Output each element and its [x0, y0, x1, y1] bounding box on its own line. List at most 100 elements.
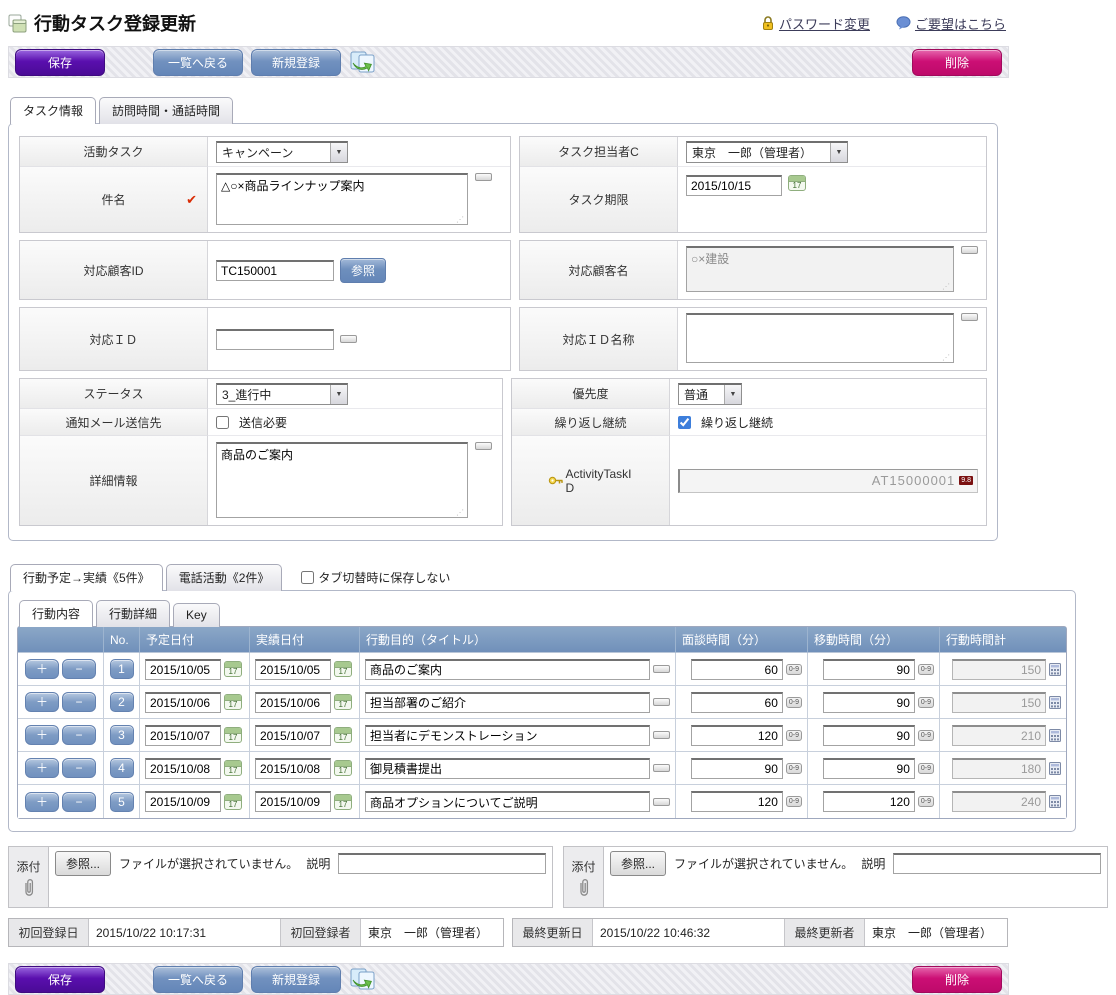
expand-field-button[interactable] — [961, 246, 978, 254]
planned-date-input[interactable] — [145, 791, 221, 812]
planned-date-input[interactable] — [145, 692, 221, 713]
tab-task-info[interactable]: タスク情報 — [10, 97, 96, 124]
add-row-button[interactable]: ＋ — [25, 792, 59, 812]
no-save-on-tab-switch-checkbox[interactable] — [301, 571, 314, 584]
table-row: ＋ − 2 17 17 0-9 0-9 — [18, 686, 1066, 719]
status-select[interactable]: 3_進行中 ▼ — [216, 383, 348, 405]
taiou-id-input[interactable] — [216, 329, 334, 350]
task-deadline-input[interactable] — [686, 175, 782, 196]
purpose-input[interactable] — [365, 725, 650, 746]
expand-field-button[interactable] — [475, 173, 492, 181]
add-row-button[interactable]: ＋ — [25, 692, 59, 712]
remove-row-button[interactable]: − — [62, 792, 96, 812]
expand-field-button[interactable] — [653, 698, 670, 706]
purpose-input[interactable] — [365, 659, 650, 680]
save-button-bottom[interactable]: 保存 — [15, 966, 105, 993]
calendar-icon[interactable]: 17 — [224, 661, 242, 677]
notify-mail-checkbox[interactable] — [216, 416, 229, 429]
customer-ref-button[interactable]: 参照 — [340, 258, 386, 283]
copy-record-icon[interactable] — [349, 50, 377, 75]
expand-field-button[interactable] — [961, 313, 978, 321]
meeting-time-input[interactable] — [691, 692, 783, 713]
tab-action-content[interactable]: 行動内容 — [19, 600, 93, 627]
expand-field-button[interactable] — [475, 442, 492, 450]
expand-field-button[interactable] — [340, 335, 357, 343]
travel-time-input[interactable] — [823, 692, 915, 713]
copy-record-icon-bottom[interactable] — [349, 967, 377, 992]
travel-time-input[interactable] — [823, 791, 915, 812]
travel-time-input[interactable] — [823, 725, 915, 746]
purpose-input[interactable] — [365, 692, 650, 713]
remove-row-button[interactable]: − — [62, 659, 96, 679]
detail-info-textarea[interactable]: 商品のご案内 — [216, 442, 468, 518]
table-row: ＋ − 3 17 17 0-9 0-9 — [18, 719, 1066, 752]
row-number-badge[interactable]: 5 — [110, 792, 134, 812]
calendar-icon[interactable]: 17 — [224, 760, 242, 776]
travel-time-input[interactable] — [823, 758, 915, 779]
priority-select[interactable]: 普通 ▼ — [678, 383, 742, 405]
expand-field-button[interactable] — [653, 665, 670, 673]
back-to-list-button[interactable]: 一覧へ戻る — [153, 49, 243, 76]
planned-date-input[interactable] — [145, 758, 221, 779]
expand-field-button[interactable] — [653, 764, 670, 772]
back-to-list-button-bottom[interactable]: 一覧へ戻る — [153, 966, 243, 993]
repeat-checkbox[interactable] — [678, 416, 691, 429]
expand-field-button[interactable] — [653, 798, 670, 806]
new-registration-button-bottom[interactable]: 新規登録 — [251, 966, 341, 993]
taiou-id-name-textarea[interactable] — [686, 313, 954, 363]
tab-action-plan[interactable]: 行動予定→実績《5件》 — [10, 564, 163, 591]
calendar-icon[interactable]: 17 — [334, 694, 352, 710]
browse-file-button[interactable]: 参照... — [610, 851, 666, 876]
add-row-button[interactable]: ＋ — [25, 659, 59, 679]
description-input[interactable] — [893, 853, 1101, 874]
calendar-icon[interactable]: 17 — [224, 727, 242, 743]
actual-date-input[interactable] — [255, 692, 331, 713]
calendar-icon[interactable]: 17 — [224, 794, 242, 810]
tab-action-detail[interactable]: 行動詳細 — [96, 600, 170, 627]
purpose-input[interactable] — [365, 791, 650, 812]
calendar-icon[interactable]: 17 — [334, 760, 352, 776]
password-change-link[interactable]: パスワード変更 — [779, 14, 870, 33]
tab-key[interactable]: Key — [173, 603, 220, 627]
add-row-button[interactable]: ＋ — [25, 725, 59, 745]
actual-date-input[interactable] — [255, 725, 331, 746]
remove-row-button[interactable]: − — [62, 725, 96, 745]
remove-row-button[interactable]: − — [62, 758, 96, 778]
actual-date-input[interactable] — [255, 758, 331, 779]
add-row-button[interactable]: ＋ — [25, 758, 59, 778]
calendar-icon[interactable]: 17 — [334, 727, 352, 743]
meeting-time-input[interactable] — [691, 791, 783, 812]
browse-file-button[interactable]: 参照... — [55, 851, 111, 876]
description-input[interactable] — [338, 853, 546, 874]
planned-date-input[interactable] — [145, 659, 221, 680]
delete-button-bottom[interactable]: 削除 — [912, 966, 1002, 993]
row-number-badge[interactable]: 1 — [110, 659, 134, 679]
actual-date-input[interactable] — [255, 659, 331, 680]
task-owner-select[interactable]: 東京 一郎（管理者） ▼ — [686, 141, 848, 163]
feedback-link[interactable]: ご要望はこちら — [915, 14, 1006, 33]
travel-time-input[interactable] — [823, 659, 915, 680]
tab-visit-time[interactable]: 訪問時間・通話時間 — [99, 97, 233, 124]
customer-id-input[interactable] — [216, 260, 334, 281]
subject-textarea[interactable]: △○×商品ラインナップ案内 — [216, 173, 468, 225]
planned-date-input[interactable] — [145, 725, 221, 746]
purpose-input[interactable] — [365, 758, 650, 779]
meeting-time-input[interactable] — [691, 758, 783, 779]
remove-row-button[interactable]: − — [62, 692, 96, 712]
activity-task-select[interactable]: キャンペーン ▼ — [216, 141, 348, 163]
calendar-icon[interactable]: 17 — [334, 794, 352, 810]
tab-phone-activity[interactable]: 電話活動《2件》 — [166, 564, 283, 591]
meeting-time-input[interactable] — [691, 659, 783, 680]
actual-date-input[interactable] — [255, 791, 331, 812]
row-number-badge[interactable]: 3 — [110, 725, 134, 745]
save-button[interactable]: 保存 — [15, 49, 105, 76]
new-registration-button[interactable]: 新規登録 — [251, 49, 341, 76]
row-number-badge[interactable]: 2 — [110, 692, 134, 712]
calendar-icon[interactable]: 17 — [224, 694, 242, 710]
calendar-icon[interactable]: 17 — [334, 661, 352, 677]
calendar-icon[interactable]: 17 — [788, 175, 806, 191]
delete-button[interactable]: 削除 — [912, 49, 1002, 76]
expand-field-button[interactable] — [653, 731, 670, 739]
row-number-badge[interactable]: 4 — [110, 758, 134, 778]
meeting-time-input[interactable] — [691, 725, 783, 746]
